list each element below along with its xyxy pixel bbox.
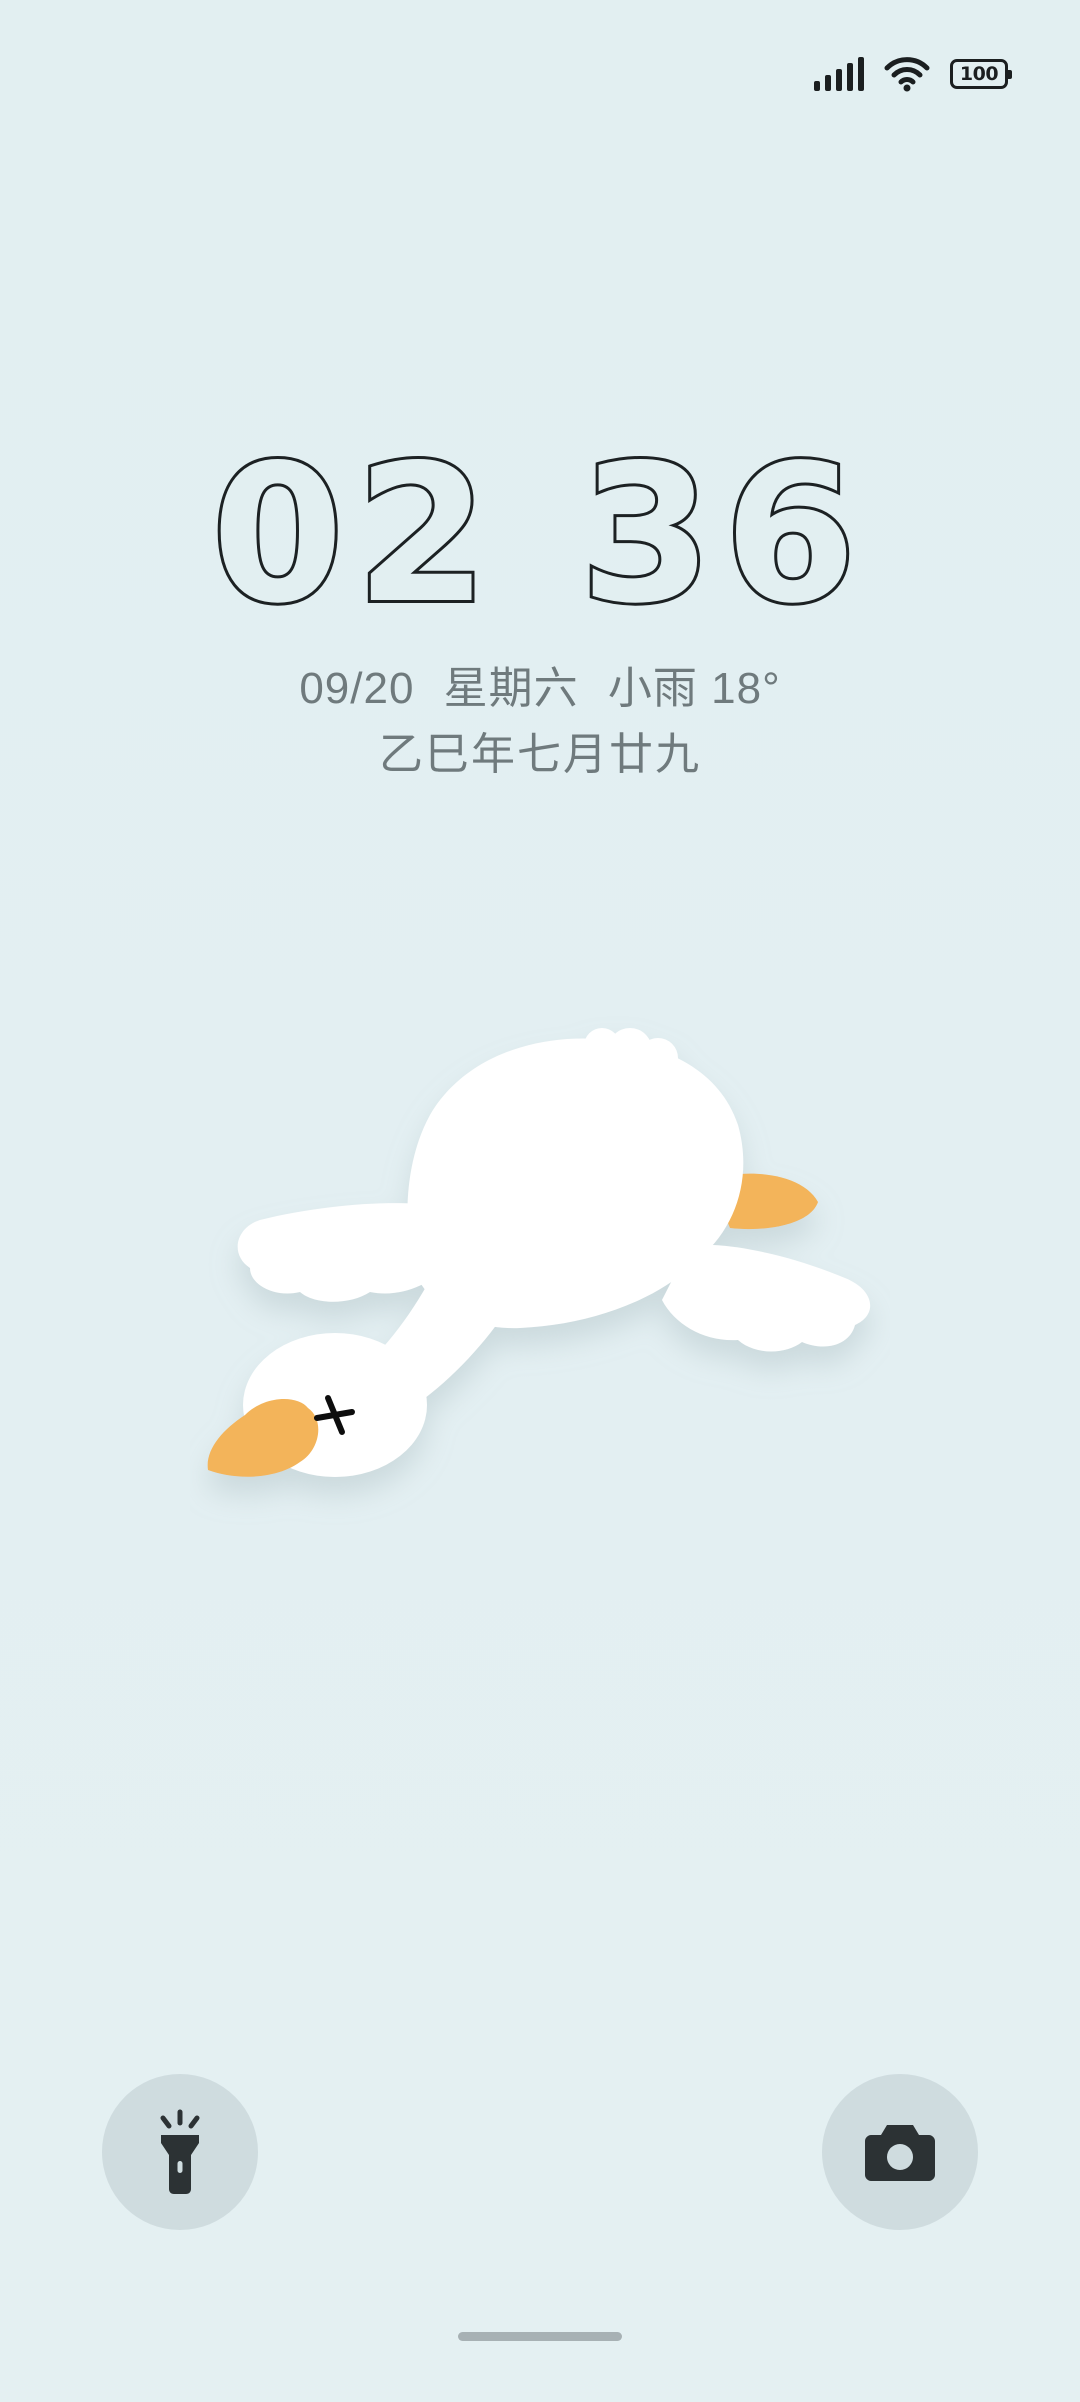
lunar-date: 乙巳年七月廿九 [379, 730, 701, 779]
status-bar: 100 [814, 50, 1012, 98]
flashlight-icon [160, 2109, 200, 2194]
clock-minutes: 36 [577, 424, 869, 645]
camera-button[interactable] [822, 2074, 978, 2230]
weather-text: 小雨 18° [607, 664, 781, 713]
date-text: 09/20 [299, 664, 415, 713]
battery-indicator: 100 [950, 59, 1012, 89]
battery-level: 100 [959, 62, 999, 85]
lock-clock: 02 36 [0, 424, 1080, 645]
clock-hours: 02 [209, 424, 500, 645]
battery-tip [1008, 70, 1012, 79]
wifi-icon [884, 57, 930, 92]
camera-icon [865, 2125, 935, 2181]
cellular-signal-icon [814, 57, 864, 91]
lock-screen: 100 02 36 09/20 星期六 小雨 18° 乙巳年七月廿九 [0, 0, 1080, 2402]
flashlight-button[interactable] [102, 2074, 258, 2230]
weekday-text: 星期六 [443, 664, 579, 713]
date-weather-line: 09/20 星期六 小雨 18° [0, 652, 1080, 716]
home-indicator[interactable] [458, 2332, 622, 2341]
goose-wallpaper [207, 1028, 871, 1477]
